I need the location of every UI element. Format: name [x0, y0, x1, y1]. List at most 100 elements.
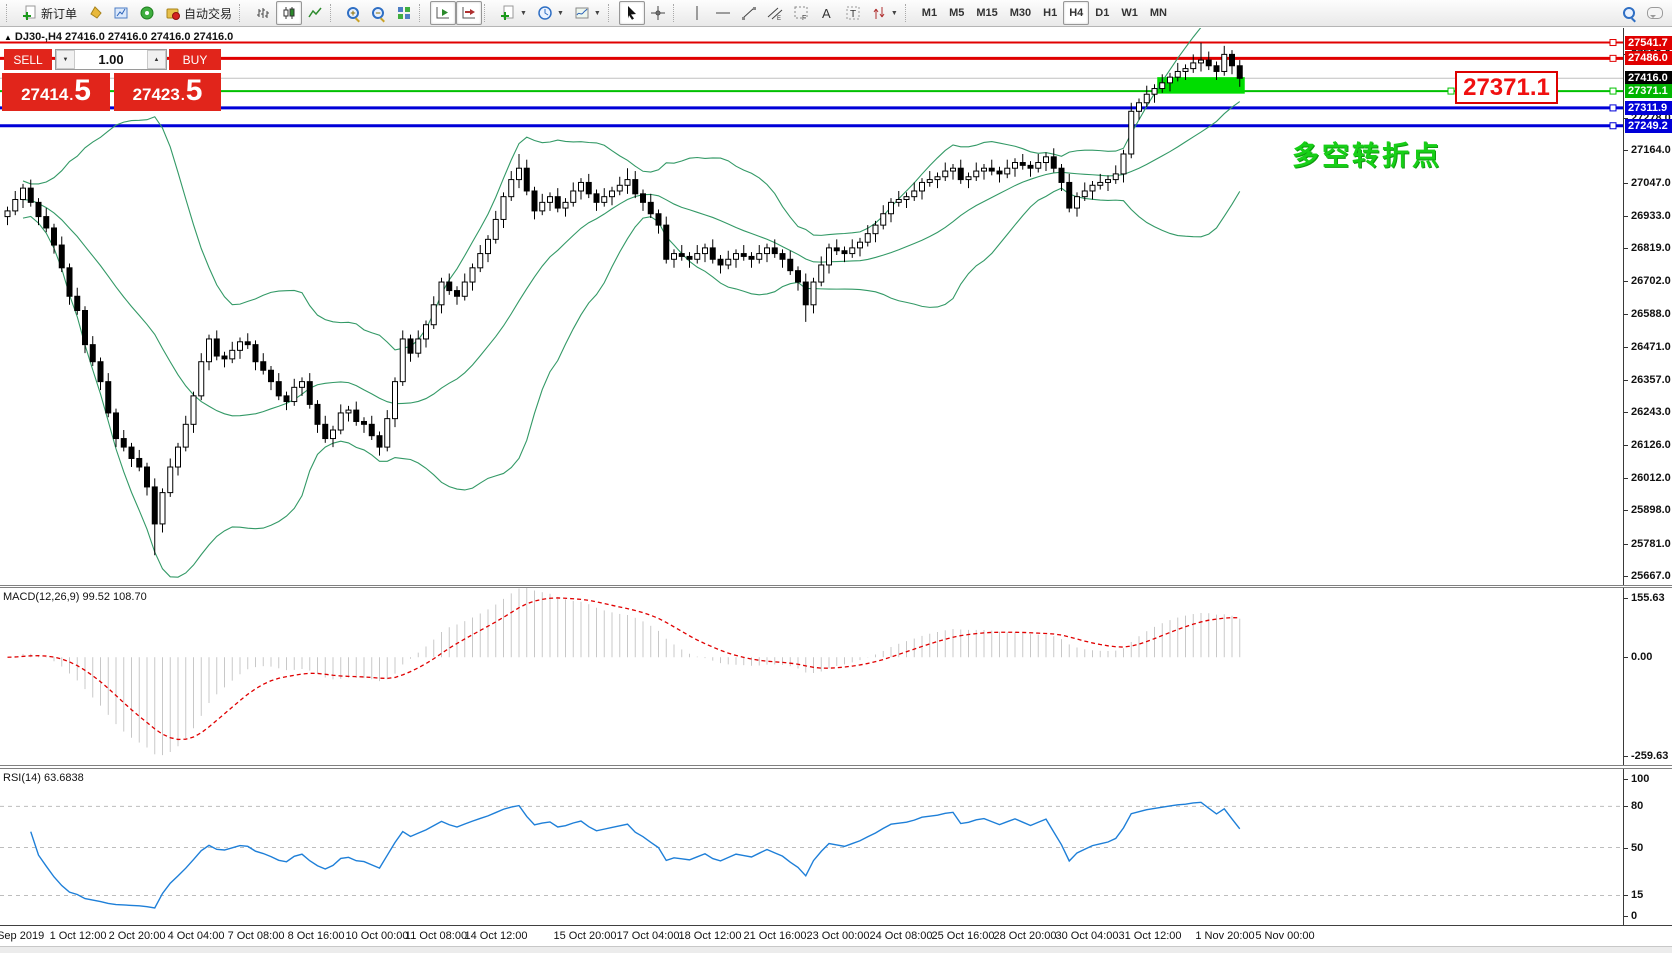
candle-body — [183, 424, 188, 447]
price-tick: 26357.0 — [1624, 374, 1671, 386]
timeframe-d1-button[interactable]: D1 — [1089, 1, 1115, 25]
candle-body — [393, 382, 398, 419]
line-anchor-marker[interactable] — [1610, 123, 1616, 129]
dropdown-caret-icon[interactable]: ▼ — [520, 10, 527, 17]
sell-button[interactable]: SELL — [4, 49, 52, 70]
new-order-button[interactable]: 新订单 — [17, 1, 82, 25]
timeframe-h1-button[interactable]: H1 — [1037, 1, 1063, 25]
candlestick-chart[interactable] — [0, 28, 1623, 585]
candle-body — [36, 202, 41, 216]
chart-shift-button[interactable] — [456, 1, 482, 25]
line-chart-button[interactable] — [302, 1, 328, 25]
buy-price[interactable]: 27423.5 — [114, 73, 221, 111]
auto-scroll-button[interactable] — [430, 1, 456, 25]
chat-icon — [1647, 7, 1663, 19]
bar-chart-button[interactable] — [250, 1, 276, 25]
candle-body — [997, 171, 1002, 174]
cursor-button[interactable] — [619, 1, 645, 25]
line-anchor-marker[interactable] — [1610, 88, 1616, 94]
auto-trading-button[interactable]: 自动交易 — [160, 1, 237, 25]
templates-button[interactable]: ▼ — [569, 1, 606, 25]
timeframe-m1-button[interactable]: M1 — [916, 1, 943, 25]
line-anchor-marker[interactable] — [1610, 105, 1616, 111]
charts-button[interactable] — [108, 1, 134, 25]
equidistant-channel-button[interactable]: E — [762, 1, 788, 25]
dropdown-caret-icon[interactable]: ▼ — [594, 10, 601, 17]
chart-title-text: DJ30-,H4 27416.0 27416.0 27416.0 27416.0 — [15, 31, 233, 43]
timeframe-m30-button[interactable]: M30 — [1004, 1, 1037, 25]
buy-button[interactable]: BUY — [169, 49, 221, 70]
highlighter-button[interactable] — [82, 1, 108, 25]
candle-body — [1206, 60, 1211, 66]
rsi-chart[interactable] — [0, 769, 1623, 926]
volume-increase-button[interactable]: ▲ — [147, 50, 166, 69]
rsi-axis[interactable]: 1008050150 — [1623, 769, 1672, 925]
candle-body — [129, 447, 134, 458]
price-level-chip: 27249.2 — [1625, 119, 1672, 133]
candle-body — [548, 197, 553, 203]
candle-body — [966, 177, 971, 180]
vertical-line-button[interactable] — [684, 1, 710, 25]
line-anchor-marker[interactable] — [1448, 88, 1454, 94]
time-axis[interactable]: 30 Sep 20191 Oct 12:002 Oct 20:004 Oct 0… — [0, 927, 1672, 946]
text-button[interactable]: A — [814, 1, 840, 25]
text-label-button[interactable]: T — [840, 1, 866, 25]
candle-body — [1005, 168, 1010, 174]
volume-decrease-button[interactable]: ▼ — [56, 50, 75, 69]
candle-body — [540, 202, 545, 211]
price-level-chip: 27541.7 — [1625, 36, 1672, 50]
candle-body — [571, 191, 576, 202]
volume-input[interactable]: 1.00 — [75, 50, 147, 69]
macd-axis[interactable]: 155.630.00-259.63 — [1623, 588, 1672, 765]
candles-icon — [281, 5, 297, 21]
candle-body — [834, 248, 839, 251]
toolbar-group-grip — [419, 4, 426, 22]
chart-note-text[interactable]: 多空转折点 — [1292, 134, 1442, 173]
candle-body — [710, 248, 715, 259]
candle-body — [455, 291, 460, 297]
fibonacci-button[interactable]: F — [788, 1, 814, 25]
time-axis-label: 25 Oct 16:00 — [932, 930, 995, 942]
candle-body — [501, 197, 506, 220]
new-chart-button[interactable]: ▼ — [495, 1, 532, 25]
crosshair-button[interactable] — [645, 1, 671, 25]
candle-body — [509, 180, 514, 197]
dropdown-caret-icon[interactable]: ▼ — [557, 10, 564, 17]
candle-body — [633, 180, 638, 194]
dropdown-caret-icon[interactable]: ▼ — [891, 10, 898, 17]
candlestick-chart-button[interactable] — [276, 1, 302, 25]
macd-chart[interactable] — [0, 588, 1623, 766]
chat-button[interactable] — [1642, 1, 1668, 25]
toolbar-group-grip — [6, 4, 13, 22]
candle-body — [261, 362, 266, 371]
candle-body — [1075, 197, 1080, 208]
arrows-button[interactable]: ▼ — [866, 1, 903, 25]
price-chart-panel[interactable]: 27500.027278.027164.027047.026933.026819… — [0, 28, 1672, 586]
timeframe-m15-button[interactable]: M15 — [970, 1, 1003, 25]
candle-body — [1214, 66, 1219, 72]
sell-price-int: 27414 — [21, 77, 68, 113]
zoom-out-button[interactable]: − — [366, 1, 391, 25]
search-button[interactable] — [1617, 1, 1642, 25]
signals-button[interactable] — [134, 1, 160, 25]
timeframe-mn-button[interactable]: MN — [1144, 1, 1173, 25]
tile-windows-button[interactable] — [391, 1, 417, 25]
trendline-button[interactable] — [736, 1, 762, 25]
line-anchor-marker[interactable] — [1610, 40, 1616, 46]
zoom-in-button[interactable]: + — [341, 1, 366, 25]
sell-price[interactable]: 27414.5 — [2, 73, 110, 111]
candle-body — [1082, 191, 1087, 197]
macd-indicator-panel[interactable]: 155.630.00-259.63 MACD(12,26,9) 99.52 10… — [0, 587, 1672, 766]
line-anchor-marker[interactable] — [1610, 55, 1616, 61]
candle-body — [594, 194, 599, 203]
candle-body — [1237, 66, 1242, 79]
timeframe-m5-button[interactable]: M5 — [943, 1, 970, 25]
rsi-indicator-panel[interactable]: 1008050150 RSI(14) 63.6838 — [0, 768, 1672, 926]
horizontal-line-button[interactable] — [710, 1, 736, 25]
periods-button[interactable]: ▼ — [532, 1, 569, 25]
candle-body — [354, 410, 359, 421]
timeframe-w1-button[interactable]: W1 — [1115, 1, 1144, 25]
price-callout-label[interactable]: 27371.1 — [1455, 71, 1558, 104]
timeframe-h4-button[interactable]: H4 — [1063, 1, 1089, 25]
price-axis[interactable]: 27500.027278.027164.027047.026933.026819… — [1623, 28, 1672, 585]
